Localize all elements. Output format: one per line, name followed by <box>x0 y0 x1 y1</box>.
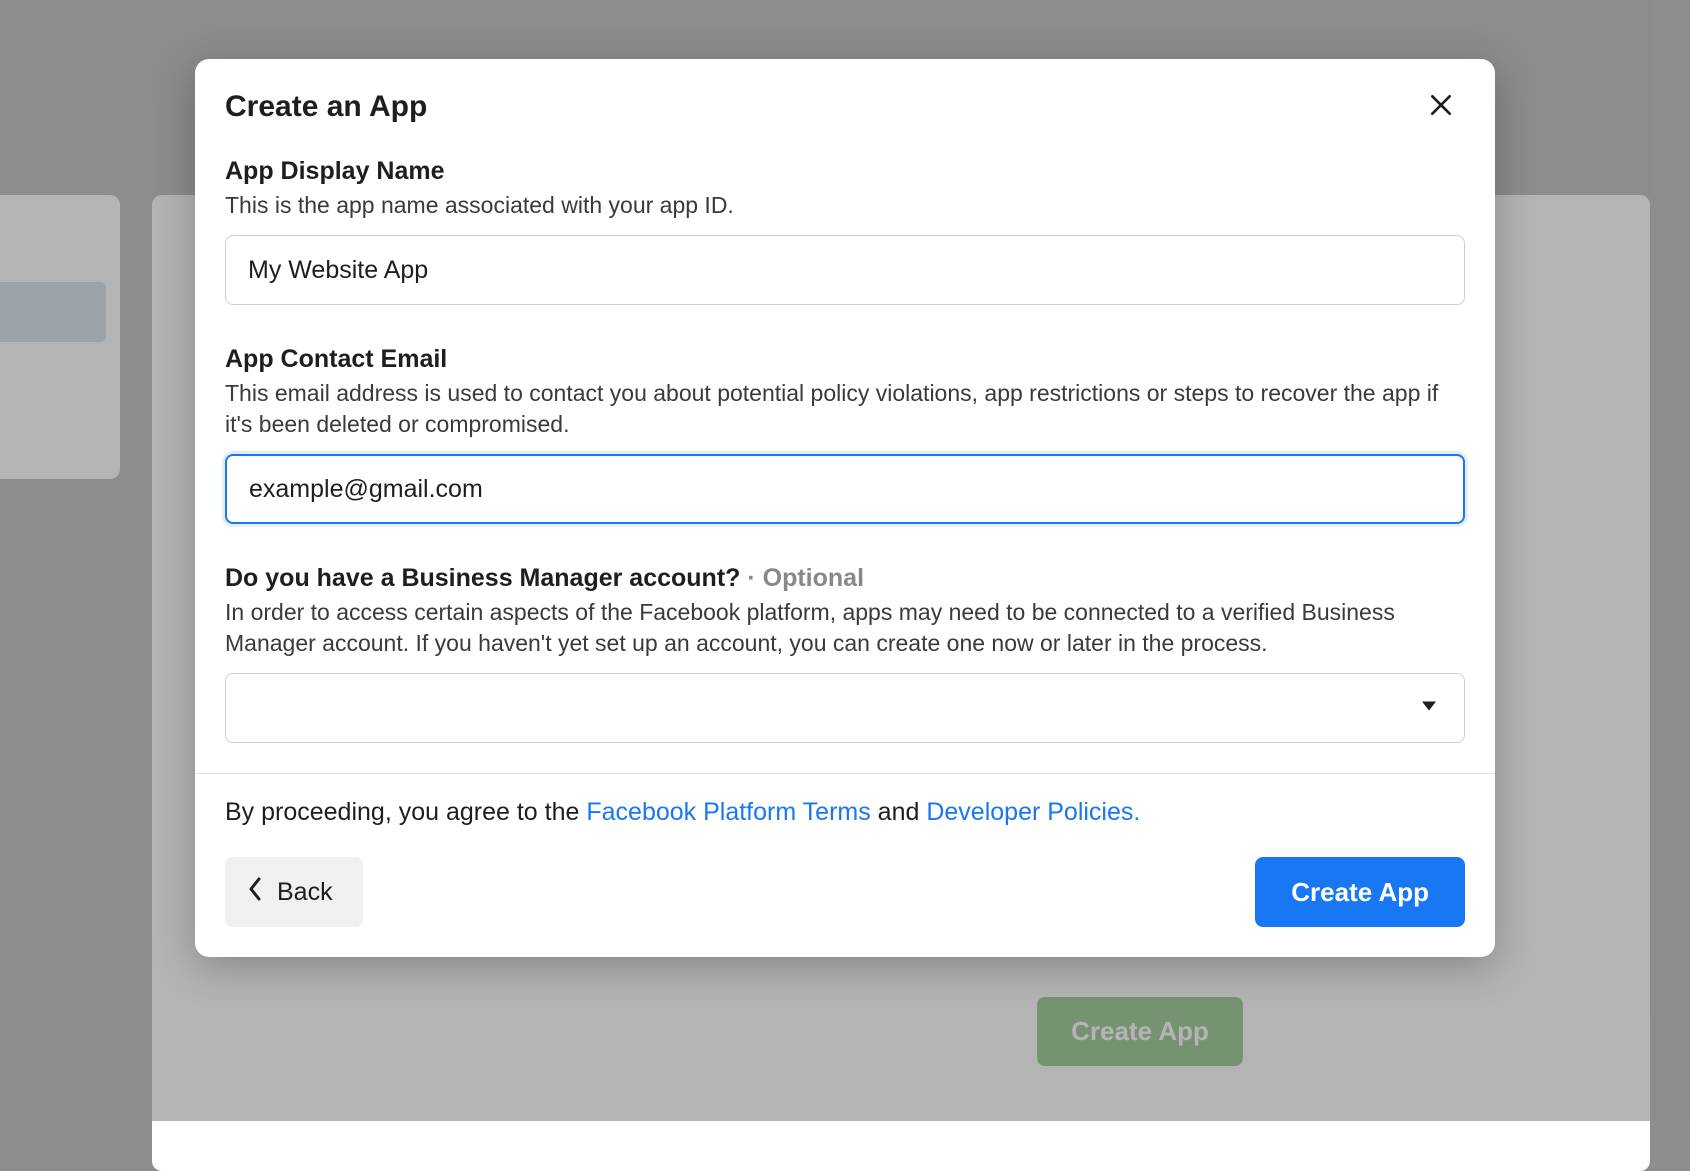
business-manager-description: In order to access certain aspects of th… <box>225 597 1465 659</box>
chevron-left-icon <box>247 876 263 909</box>
platform-terms-link[interactable]: Facebook Platform Terms <box>586 798 870 826</box>
modal-footer: By proceeding, you agree to the Facebook… <box>195 773 1495 957</box>
modal-body: App Display Name This is the app name as… <box>195 139 1495 773</box>
contact-email-description: This email address is used to contact yo… <box>225 378 1465 440</box>
create-app-modal: Create an App App Display Name This is t… <box>195 59 1495 957</box>
field-group-display-name: App Display Name This is the app name as… <box>225 157 1465 305</box>
footer-buttons: Back Create App <box>225 857 1465 927</box>
close-icon <box>1428 92 1454 123</box>
back-button[interactable]: Back <box>225 857 363 927</box>
contact-email-input[interactable] <box>225 454 1465 524</box>
business-manager-select-wrap <box>225 673 1465 743</box>
agree-prefix: By proceeding, you agree to the <box>225 798 586 826</box>
display-name-input[interactable] <box>225 235 1465 305</box>
back-button-label: Back <box>277 878 333 907</box>
modal-header: Create an App <box>195 59 1495 139</box>
display-name-description: This is the app name associated with you… <box>225 190 1465 221</box>
business-manager-select[interactable] <box>225 673 1465 743</box>
create-app-button[interactable]: Create App <box>1255 857 1465 927</box>
business-manager-optional-tag: · Optional <box>740 564 864 592</box>
field-group-contact-email: App Contact Email This email address is … <box>225 345 1465 524</box>
modal-title: Create an App <box>225 90 427 124</box>
business-manager-label: Do you have a Business Manager account? <box>225 564 740 592</box>
field-group-business-manager: Do you have a Business Manager account? … <box>225 564 1465 743</box>
display-name-label: App Display Name <box>225 157 1465 186</box>
business-manager-label-row: Do you have a Business Manager account? … <box>225 564 1465 593</box>
close-button[interactable] <box>1421 87 1461 127</box>
agreement-text: By proceeding, you agree to the Facebook… <box>225 798 1465 827</box>
developer-policies-link[interactable]: Developer Policies. <box>926 798 1140 826</box>
agree-middle: and <box>871 798 927 826</box>
contact-email-label: App Contact Email <box>225 345 1465 374</box>
create-app-button-label: Create App <box>1291 877 1429 907</box>
